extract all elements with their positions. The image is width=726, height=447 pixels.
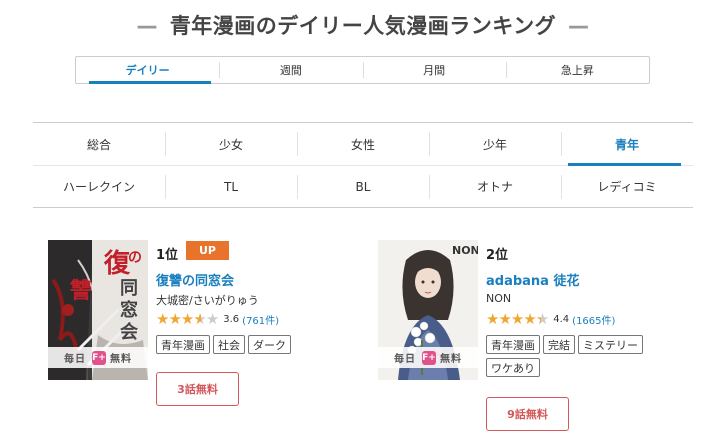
- svg-text:同: 同: [120, 278, 138, 299]
- tag[interactable]: ダーク: [248, 335, 291, 354]
- tag-list: 青年漫画 社会 ダーク: [156, 335, 316, 354]
- strip-daily-text: 毎日: [64, 354, 86, 365]
- genre-tab-adult[interactable]: オトナ: [429, 166, 561, 207]
- genre-row: 総合 少女 女性 少年 青年: [33, 123, 693, 166]
- free-episodes-button[interactable]: 3話無料: [156, 372, 239, 406]
- tag[interactable]: 社会: [213, 335, 245, 354]
- star-rating-icon: ★★★★★: [156, 309, 219, 328]
- free-plus-icon: F+: [92, 350, 106, 365]
- tag[interactable]: 青年漫画: [156, 335, 210, 354]
- daily-free-strip: 毎日 F+ 無料: [48, 347, 148, 368]
- tag-list: 青年漫画 完結 ミステリー ワケあり: [486, 335, 646, 377]
- cover-image[interactable]: 復 讐 の 同 窓 会 毎日 F+ 無料: [48, 240, 148, 380]
- genre-grid: 総合 少女 女性 少年 青年 ハーレクイン TL BL オトナ レディコミ: [33, 122, 693, 208]
- title-dash-right: —: [568, 14, 590, 38]
- tag[interactable]: 完結: [543, 335, 575, 354]
- svg-text:会: 会: [120, 321, 138, 343]
- strip-free-text: 無料: [440, 354, 462, 365]
- svg-text:讐: 讐: [69, 278, 92, 304]
- svg-text:の: の: [128, 250, 142, 266]
- page-title: — 青年漫画のデイリー人気漫画ランキング —: [0, 10, 726, 40]
- rating-score: 4.4: [553, 313, 570, 325]
- genre-tab-all[interactable]: 総合: [33, 123, 165, 165]
- review-count-link[interactable]: (761件): [242, 312, 279, 327]
- title-dash-left: —: [136, 14, 158, 38]
- strip-free-text: 無料: [110, 354, 132, 365]
- item-title-link[interactable]: adabana 徒花: [486, 270, 579, 289]
- author-name: NON: [486, 292, 512, 305]
- rating-score: 3.6: [223, 313, 240, 325]
- author-name: 大城密/さいがりゅう: [156, 294, 259, 307]
- title-text: 青年漫画のデイリー人気漫画ランキング: [169, 14, 557, 38]
- svg-text:窓: 窓: [120, 299, 138, 321]
- tag[interactable]: 青年漫画: [486, 335, 540, 354]
- tag[interactable]: ワケあり: [486, 358, 540, 377]
- review-count-link[interactable]: (1665件): [572, 312, 615, 327]
- genre-tab-bl[interactable]: BL: [297, 166, 429, 207]
- up-badge: UP: [186, 241, 229, 260]
- svg-text:復: 復: [103, 248, 131, 279]
- genre-tab-harlequin[interactable]: ハーレクイン: [33, 166, 165, 207]
- free-episodes-button[interactable]: 9話無料: [486, 397, 569, 431]
- rank-number: 2位: [486, 248, 509, 263]
- genre-tab-tl[interactable]: TL: [165, 166, 297, 207]
- star-rating-icon: ★★★★★: [486, 309, 549, 328]
- rating: ★★★★★ 3.6 (761件): [156, 311, 279, 327]
- genre-tab-seinen[interactable]: 青年: [561, 123, 693, 166]
- tag[interactable]: ミステリー: [578, 335, 643, 354]
- tab-weekly[interactable]: 週間: [219, 57, 362, 83]
- strip-daily-text: 毎日: [394, 354, 416, 365]
- rating: ★★★★★ 4.4 (1665件): [486, 311, 615, 327]
- tab-daily[interactable]: デイリー: [76, 57, 219, 84]
- tab-monthly[interactable]: 月間: [362, 57, 506, 83]
- tab-rising[interactable]: 急上昇: [505, 57, 649, 83]
- item-title-link[interactable]: 復讐の同窓会: [156, 270, 234, 289]
- genre-tab-ladies-comic[interactable]: レディコミ: [561, 166, 693, 207]
- daily-free-strip: 毎日 F+ 無料: [378, 347, 478, 368]
- genre-tab-josei[interactable]: 女性: [297, 123, 429, 165]
- rank-number: 1位: [156, 248, 179, 263]
- period-tabs: デイリー 週間 月間 急上昇: [75, 56, 650, 84]
- cover-image[interactable]: NON 毎日 F+ 無料: [378, 240, 478, 380]
- genre-tab-shoujo[interactable]: 少女: [165, 123, 297, 165]
- free-plus-icon: F+: [422, 350, 436, 365]
- genre-tab-shounen[interactable]: 少年: [429, 123, 561, 165]
- cover-author-text: NON: [452, 244, 478, 257]
- genre-row: ハーレクイン TL BL オトナ レディコミ: [33, 165, 693, 207]
